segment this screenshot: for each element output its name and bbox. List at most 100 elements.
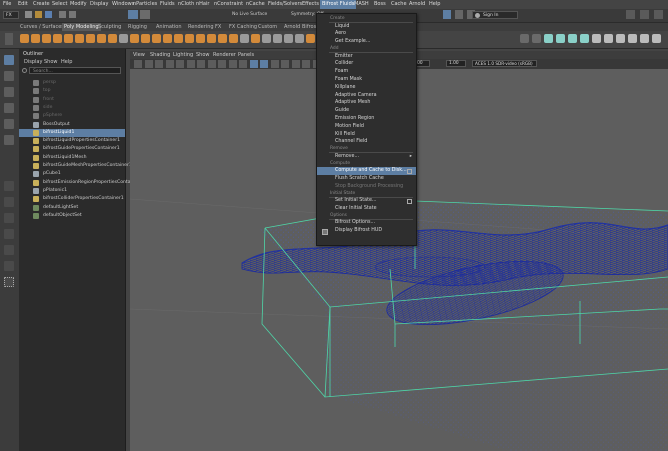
- shelf-tab-sculpting[interactable]: Sculpting: [98, 24, 121, 30]
- option-box-icon[interactable]: [407, 169, 412, 175]
- menu-ncloth[interactable]: nCloth: [178, 1, 194, 7]
- menu-ncache[interactable]: nCache: [246, 1, 265, 7]
- shelf-tool-icon[interactable]: [251, 34, 260, 43]
- open-scene-icon[interactable]: [35, 11, 42, 18]
- viewport-tool-icon[interactable]: [239, 60, 247, 68]
- shelf-tab-rendering[interactable]: Rendering: [188, 24, 214, 30]
- redo-icon[interactable]: [69, 11, 76, 18]
- menu-item-kill-field[interactable]: Kill Field: [317, 131, 416, 139]
- menu-arnold[interactable]: Arnold: [409, 1, 425, 7]
- shelf-tool-icon[interactable]: [108, 34, 117, 43]
- shelf-tool-icon[interactable]: [64, 34, 73, 43]
- attribute-editor-toggle-icon[interactable]: [654, 10, 663, 19]
- viewport-menu-renderer[interactable]: Renderer: [213, 52, 236, 58]
- viewport-tool-icon[interactable]: [228, 60, 237, 68]
- outliner-item[interactable]: pPlatonic1: [19, 187, 125, 195]
- menu-item-get-example[interactable]: Get Example...: [317, 38, 416, 46]
- menu-windows[interactable]: Windows: [112, 1, 134, 7]
- menu-create[interactable]: Create: [33, 1, 50, 7]
- menu-fields-solvers[interactable]: Fields/Solvers: [268, 1, 302, 7]
- menu-item-killplane[interactable]: Killplane: [317, 84, 416, 92]
- viewport-menu-panels[interactable]: Panels: [238, 52, 254, 58]
- menu-item-motion-field[interactable]: Motion Field: [317, 123, 416, 131]
- menu-item-emitter[interactable]: Emitter: [317, 53, 416, 61]
- custom-layout-icon[interactable]: [4, 261, 14, 271]
- shelf-tool-icon[interactable]: [240, 34, 249, 43]
- viewport-tool-icon[interactable]: [207, 60, 216, 68]
- workspace-icon[interactable]: [626, 10, 635, 19]
- outliner-item[interactable]: bifrostGuidePropertiesContainer1: [19, 145, 125, 153]
- color-space-dropdown[interactable]: ACES 1.0 SDR-video (sRGB): [472, 60, 537, 67]
- shelf-tool-icon[interactable]: [130, 34, 139, 43]
- hypershade-layout-icon[interactable]: [4, 245, 14, 255]
- select-tool-icon[interactable]: [4, 55, 14, 65]
- viewport-tool-icon[interactable]: [249, 60, 258, 68]
- shelf-tool-icon[interactable]: [31, 34, 40, 43]
- shelf-tab-custom[interactable]: Custom: [258, 24, 277, 30]
- menu-item-bifrost-options[interactable]: Bifrost Options...: [317, 219, 416, 227]
- viewport-tool-icon[interactable]: [291, 60, 300, 68]
- outliner-item[interactable]: bifrostGuideMeshPropertiesContainer1: [19, 162, 132, 170]
- shelf-tool-icon[interactable]: [53, 34, 62, 43]
- menu-item-clear-initial-state[interactable]: Clear Initial State: [317, 205, 416, 213]
- channel-box-toggle-icon[interactable]: [640, 10, 649, 19]
- shelf-tool-icon[interactable]: [306, 34, 315, 43]
- viewport-tool-icon[interactable]: [144, 60, 153, 68]
- paint-select-tool-icon[interactable]: [4, 87, 14, 97]
- shelf-tab-animation[interactable]: Animation: [156, 24, 182, 30]
- viewport-menu-view[interactable]: View: [133, 52, 145, 58]
- menu-nparticles[interactable]: nParticles: [133, 1, 157, 7]
- outliner-item[interactable]: bifrostEmissionRegionPropertiesContainer…: [19, 179, 142, 187]
- shelf-tool-icon[interactable]: [580, 34, 589, 43]
- move-tool-icon[interactable]: [4, 103, 14, 113]
- shelf-tab-fx[interactable]: FX: [215, 24, 221, 30]
- shelf-tool-icon[interactable]: [97, 34, 106, 43]
- shelf-tool-icon[interactable]: [86, 34, 95, 43]
- menu-item-flush-scratch-cache[interactable]: Flush Scratch Cache: [317, 175, 416, 183]
- menu-item-guide[interactable]: Guide: [317, 107, 416, 115]
- menu-item-foam-mask[interactable]: Foam Mask: [317, 76, 416, 84]
- outliner-item[interactable]: bifrostColliderPropertiesContainer1: [19, 195, 125, 203]
- menu-file[interactable]: File: [3, 1, 11, 7]
- menu-boss[interactable]: Boss: [374, 1, 386, 7]
- menu-item-liquid[interactable]: Liquid: [317, 23, 416, 31]
- new-scene-icon[interactable]: [25, 11, 32, 18]
- viewport-tool-icon[interactable]: [165, 60, 174, 68]
- persp-graph-layout-icon[interactable]: [4, 229, 14, 239]
- outliner-item[interactable]: defaultObjectSet: [19, 212, 125, 220]
- shelf-tool-icon[interactable]: [119, 34, 128, 43]
- viewport-tool-icon[interactable]: [134, 60, 142, 68]
- live-surface-label[interactable]: No Live Surface: [232, 12, 267, 17]
- persp-outliner-layout-icon[interactable]: [4, 213, 14, 223]
- shelf-tool-icon[interactable]: [295, 34, 304, 43]
- menu-item-collider[interactable]: Collider: [317, 60, 416, 68]
- viewport-tool-icon[interactable]: [260, 60, 268, 68]
- menu-fluids[interactable]: Fluids: [160, 1, 175, 7]
- viewport-menu-lighting[interactable]: Lighting: [173, 52, 193, 58]
- viewport-tool-icon[interactable]: [176, 60, 184, 68]
- shelf-tab-rigging[interactable]: Rigging: [128, 24, 147, 30]
- shelf-tool-icon[interactable]: [20, 34, 29, 43]
- gamma-field[interactable]: 1.00: [446, 60, 466, 67]
- shelf-tool-icon[interactable]: [568, 34, 577, 43]
- outliner-menu-help[interactable]: Help: [61, 59, 72, 65]
- menu-nhair[interactable]: nHair: [196, 1, 209, 7]
- undo-icon[interactable]: [59, 11, 66, 18]
- menu-effects[interactable]: Effects: [302, 1, 319, 7]
- shelf-tool-icon[interactable]: [207, 34, 216, 43]
- viewport-tool-icon[interactable]: [270, 60, 279, 68]
- outliner-item[interactable]: bifrostLiquidPropertiesContainer1: [19, 137, 125, 145]
- menu-item-display-bifrost-hud[interactable]: Display Bifrost HUD: [317, 227, 416, 236]
- viewport-tool-icon[interactable]: [281, 60, 289, 68]
- shelf-tab-poly-modeling[interactable]: Poly Modeling: [62, 23, 101, 31]
- viewport-tool-icon[interactable]: [186, 60, 195, 68]
- shelf-tool-icon[interactable]: [218, 34, 227, 43]
- outliner-menu-display[interactable]: Display: [24, 59, 42, 65]
- menu-item-adaptive-camera[interactable]: Adaptive Camera: [317, 92, 416, 100]
- shelf-tool-icon[interactable]: [262, 34, 271, 43]
- shelf-menu-icon[interactable]: [5, 33, 13, 45]
- menu-modify[interactable]: Modify: [70, 1, 87, 7]
- select-by-hierarchy-icon[interactable]: [128, 10, 138, 19]
- shelf-tool-icon[interactable]: [273, 34, 282, 43]
- shelf-tab-curves-surfaces[interactable]: Curves / Surfaces: [20, 24, 64, 30]
